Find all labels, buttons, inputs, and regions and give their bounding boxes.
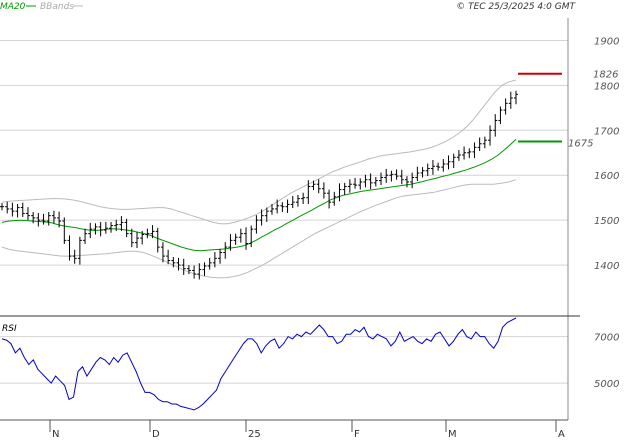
price-bars [0,90,518,280]
price-tick-label: 1900 [594,36,619,47]
price-tick-label: 1800 [594,81,619,92]
x-tick-label: 25 [248,429,261,440]
legend-ma20: MA20 [0,2,26,12]
x-tick-label: D [152,429,160,440]
x-tick-label: A [558,429,565,440]
credit-text: © TEC 25/3/2025 4:0 GMT [456,2,576,12]
legend-bbands: BBands [40,2,74,12]
price-tick-label: 1700 [594,126,619,137]
rsi-y-ticks: 5000 7000 [594,333,619,391]
rsi-title: RSI [2,324,17,334]
chart-canvas: MA20 BBands © TEC 25/3/2025 4:0 GMT 1826… [0,2,619,440]
marker-label: 1826 [593,70,618,81]
ma20-line [1,138,517,252]
bbands-lines [1,79,517,279]
x-tick-label: M [448,429,457,440]
marker-label: 1675 [568,139,593,150]
x-tick-label: N [52,429,59,440]
price-tick-label: 1500 [594,216,619,227]
x-tick-label: F [354,429,360,440]
rsi-tick-label: 5000 [594,379,619,390]
price-tick-label: 1400 [594,261,619,272]
rsi-line [1,317,517,411]
ma20-line [1,138,517,252]
price-tick-label: 1600 [594,171,619,182]
rsi-polyline [1,317,517,411]
bbands-upper-line [1,79,517,225]
x-axis: N D 25 F M A [49,420,565,440]
header-legend: MA20 BBands [0,2,83,12]
rsi-tick-label: 7000 [594,333,619,344]
